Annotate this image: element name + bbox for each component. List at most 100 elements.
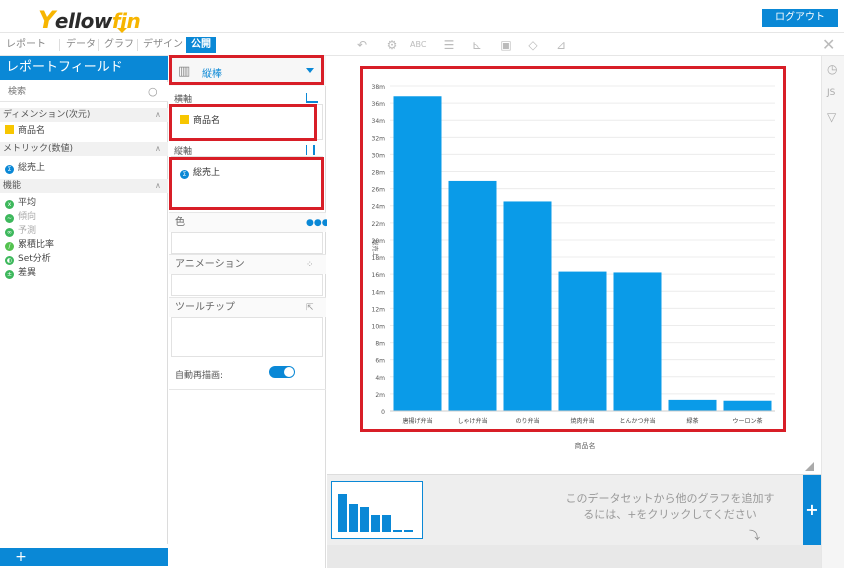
axis-icon[interactable]: ⊾ <box>469 37 485 53</box>
y-tick-label: 0 <box>381 409 385 416</box>
bar <box>613 272 662 411</box>
report-fields-panel: レポートフィールド ○ ディメンション(次元)∧ 商品名 メトリック(数値)∧ … <box>0 56 168 568</box>
bar <box>668 399 717 411</box>
y-tick-label: 10m <box>372 323 386 330</box>
x-tick-label: のり弁当 <box>515 417 539 425</box>
y-tick-label: 12m <box>372 306 386 313</box>
bar <box>503 201 552 411</box>
settings-gear-icon[interactable]: ⚙ <box>384 37 400 53</box>
text-abc-icon[interactable]: ABC <box>410 37 426 53</box>
color-group-header[interactable]: 色 ●●● <box>169 212 330 232</box>
functions-section-header[interactable]: 機能 ∧ <box>0 179 168 193</box>
x-tick-label: 唐揚げ弁当 <box>402 417 432 425</box>
x-tick-label: しゃけ弁当 <box>457 417 487 425</box>
y-tick-label: 2m <box>375 392 385 399</box>
field-item-total-sales[interactable]: Σ 総売上 <box>5 162 45 174</box>
add-field-plus-icon[interactable]: + <box>12 548 30 566</box>
collapse-chevron-icon[interactable]: ∧ <box>155 142 161 156</box>
animation-spinner-icon: ⁘ <box>306 260 314 270</box>
undo-icon[interactable]: ↶ <box>354 37 370 53</box>
function-item-average[interactable]: x 平均 <box>5 197 36 209</box>
shape-icon[interactable]: ◇ <box>525 37 541 53</box>
trend-icon: ~ <box>5 214 14 223</box>
difference-icon: ± <box>5 270 14 279</box>
average-icon: x <box>5 200 14 209</box>
y-tick-label: 22m <box>372 221 386 228</box>
dimension-section-header[interactable]: ディメンション(次元) ∧ <box>0 108 168 122</box>
tooltip-drop-zone[interactable] <box>171 317 323 357</box>
bar <box>723 400 772 411</box>
logout-button[interactable]: ログアウト <box>762 9 838 27</box>
field-search-input[interactable] <box>0 82 168 102</box>
collapse-chevron-icon[interactable]: ∧ <box>155 108 161 122</box>
x-axis-title: 商品名 <box>574 442 596 450</box>
x-tick-label: 焼肉弁当 <box>570 417 594 425</box>
search-icon[interactable]: ○ <box>148 85 158 98</box>
add-chart-button[interactable]: + <box>803 475 821 545</box>
y-tick-label: 4m <box>375 375 385 382</box>
bar-chart: 02m4m6m8m10m12m14m16m18m20m22m24m26m28m3… <box>371 84 775 425</box>
y-tick-label: 26m <box>372 187 386 194</box>
function-item-forecast[interactable]: ∞ 予測 <box>5 225 36 237</box>
set-analysis-icon: ◐ <box>5 256 14 265</box>
active-tab-pointer-icon <box>117 28 127 33</box>
add-chart-hint: このデータセットから他のグラフを追加す るには、+をクリックしてください <box>565 492 775 521</box>
right-rail: ◷ JS ▽ <box>821 56 844 568</box>
image-icon[interactable]: ▣ <box>498 37 514 53</box>
bar <box>393 96 442 411</box>
js-icon[interactable]: JS <box>827 88 835 98</box>
tab-data[interactable]: データ <box>66 37 96 53</box>
chart-container[interactable]: 0 2m 4m 6m 8m 10m 12m 14m 16m 18m 20m 22m 24m 26m 28m 3… <box>360 66 786 432</box>
field-item-product-name[interactable]: 商品名 <box>5 125 45 137</box>
field-search: ○ <box>0 82 168 102</box>
x-tick-label: ウーロン茶 <box>732 417 762 425</box>
cumulative-icon: / <box>5 242 14 251</box>
resize-handle-icon[interactable] <box>805 462 814 471</box>
tab-report[interactable]: レポート <box>6 37 46 53</box>
auto-redraw-toggle[interactable] <box>269 366 295 378</box>
y-tick-label: 24m <box>372 204 386 211</box>
tab-graph[interactable]: グラフ <box>104 37 134 53</box>
highlight-chart-type <box>169 55 324 85</box>
x-tick-label: とんかつ弁当 <box>619 417 655 425</box>
tooltip-group-header[interactable]: ツールチップ ⇱ <box>169 297 326 317</box>
filter-icon[interactable]: ▽ <box>827 110 836 124</box>
function-item-difference[interactable]: ± 差異 <box>5 267 36 279</box>
chart-thumbnail[interactable] <box>331 481 423 539</box>
y-tick-label: 30m <box>372 152 386 159</box>
y-tick-label: 28m <box>372 170 386 177</box>
add-field-bar: + <box>0 544 168 568</box>
animation-drop-zone[interactable] <box>171 274 323 296</box>
y-axis-title: 総売上 <box>371 239 379 257</box>
y-tick-label: 36m <box>372 101 386 108</box>
tab-design[interactable]: デザイン <box>143 37 183 53</box>
y-tick-label: 14m <box>372 289 386 296</box>
y-tick-label: 6m <box>375 358 385 365</box>
metric-section-header[interactable]: メトリック(数値) ∧ <box>0 142 168 156</box>
vertical-axis-icon <box>306 145 315 155</box>
auto-redraw-label: 自動再描画: <box>175 371 224 381</box>
function-item-set-analysis[interactable]: ◐ Set分析 <box>5 253 51 265</box>
function-item-trend[interactable]: ~ 傾向 <box>5 211 36 223</box>
close-icon[interactable]: ✕ <box>822 35 835 54</box>
pointer-cursor-icon: ⇱ <box>306 303 314 313</box>
function-item-cumulative-ratio[interactable]: / 累積比率 <box>5 239 54 251</box>
y-tick-label: 38m <box>372 84 386 91</box>
forecast-icon: ∞ <box>5 228 14 237</box>
y-tick-label: 8m <box>375 341 385 348</box>
collapse-chevron-icon[interactable]: ∧ <box>155 179 161 193</box>
bar <box>448 180 497 411</box>
tab-publish[interactable]: 公開 <box>186 37 216 53</box>
list-icon[interactable]: ☰ <box>441 37 457 53</box>
y-tick-label: 16m <box>372 272 386 279</box>
y-tick-label: 32m <box>372 135 386 142</box>
highlight-horizontal-axis <box>169 104 317 141</box>
hint-arrow-icon: ⤵ <box>749 529 760 542</box>
x-tick-label: 緑茶 <box>686 417 698 425</box>
dimension-field-icon <box>5 125 14 134</box>
animation-group-header[interactable]: アニメーション ⁘ <box>169 254 326 274</box>
line-chart-icon[interactable]: ⊿ <box>553 37 569 53</box>
highlight-vertical-axis <box>169 157 324 210</box>
color-drop-zone[interactable] <box>171 232 323 254</box>
clock-icon[interactable]: ◷ <box>827 62 837 76</box>
